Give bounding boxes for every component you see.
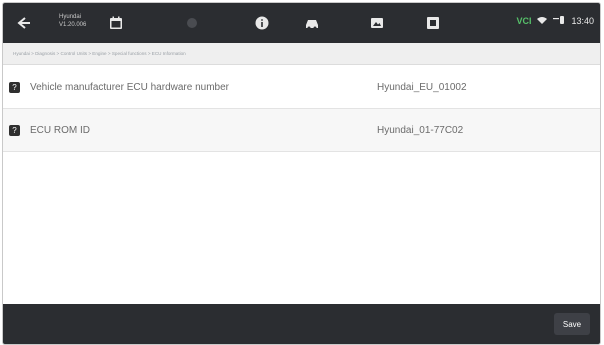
app-window: Hyundai V1.20.006 VCI 13:40 Hyundai > Di… bbox=[2, 2, 601, 345]
bottom-toolbar: Save bbox=[3, 304, 600, 344]
vci-status: VCI bbox=[516, 16, 532, 26]
clock: 13:40 bbox=[571, 16, 594, 26]
info-icon[interactable] bbox=[253, 14, 271, 32]
car-icon[interactable] bbox=[301, 14, 323, 32]
screenshot-icon[interactable] bbox=[367, 14, 387, 32]
document-icon[interactable] bbox=[423, 13, 443, 33]
disabled-icon bbox=[183, 14, 201, 32]
top-toolbar: Hyundai V1.20.006 VCI 13:40 bbox=[3, 3, 600, 43]
back-icon[interactable] bbox=[13, 12, 35, 34]
list-item[interactable]: ? ECU ROM ID Hyundai_01-77C02 bbox=[3, 109, 600, 152]
calendar-icon[interactable] bbox=[107, 14, 125, 32]
breadcrumb: Hyundai > Diagnosis > Control Units > En… bbox=[3, 43, 600, 65]
item-value: Hyundai_01-77C02 bbox=[377, 124, 464, 136]
device-name: Hyundai bbox=[59, 14, 82, 20]
help-icon[interactable]: ? bbox=[9, 81, 20, 93]
item-value: Hyundai_EU_01002 bbox=[377, 81, 467, 93]
item-label: Vehicle manufacturer ECU hardware number bbox=[30, 81, 229, 93]
device-info: Hyundai V1.20.006 bbox=[59, 13, 103, 29]
help-icon[interactable]: ? bbox=[9, 124, 20, 136]
info-list: ? Vehicle manufacturer ECU hardware numb… bbox=[3, 66, 600, 152]
status-bar: VCI 13:40 bbox=[516, 16, 594, 26]
item-label: ECU ROM ID bbox=[30, 124, 90, 136]
device-version: V1.20.006 bbox=[59, 22, 87, 28]
save-button[interactable]: Save bbox=[554, 313, 590, 335]
list-item[interactable]: ? Vehicle manufacturer ECU hardware numb… bbox=[3, 66, 600, 109]
wifi-icon bbox=[537, 16, 548, 26]
battery-icon bbox=[553, 16, 565, 26]
